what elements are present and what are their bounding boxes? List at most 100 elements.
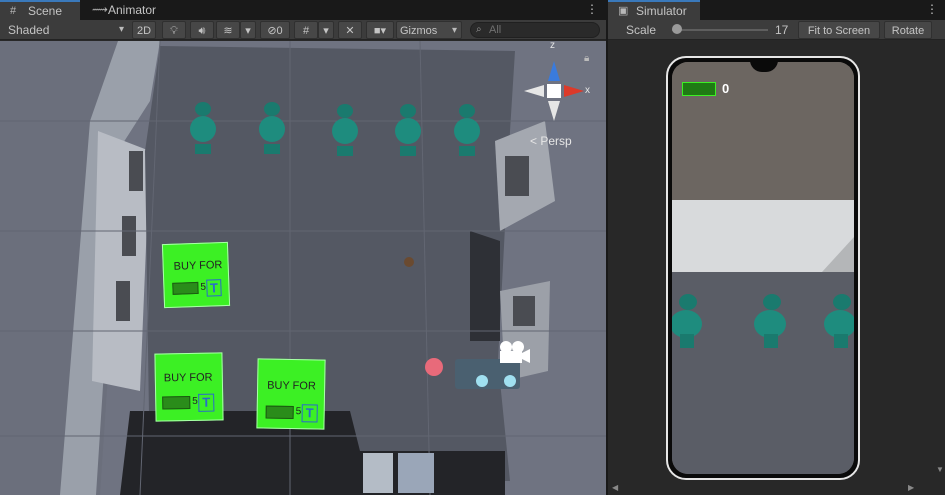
tab-scene[interactable]: # Scene [0,0,80,20]
axis-z-label: z [550,41,555,51]
money-icon [162,395,191,410]
vertical-scrollbar[interactable]: ▼ [934,41,945,481]
shading-mode-value: Shaded [8,23,50,37]
persp-label: Persp [540,134,572,148]
money-icon [265,405,294,420]
scale-label: Scale [626,23,657,37]
store-zone: BUY FOR 5 T [161,241,231,309]
hidden-count: 0 [276,25,283,37]
grid-snap-icon: # [302,25,310,37]
eye-slash-icon: ⊘ [267,25,277,37]
camera-settings-button[interactable]: ■▾ [366,21,394,39]
store-zone-text: BUY FOR [163,371,213,385]
gizmos-label: Gizmos [400,25,438,37]
spawn-marker [425,358,443,376]
store-zone-price: 5 [200,281,207,293]
tab-scene-label: Scene [28,4,63,18]
fit-to-screen-label: Fit to Screen [807,25,871,37]
chevron-down-icon: ▾ [323,25,329,37]
camera-icon: ■▾ [373,25,387,37]
scene-viewport[interactable]: z x < Persp 🔒︎ BUY FOR 5 T BUY FOR 5 T B… [0,41,606,495]
player-character [404,257,414,267]
store-zone-text: BUY FOR [173,259,223,273]
scene-visibility-button[interactable]: ⊘0 [260,21,290,39]
store-zone: BUY FOR 5 T [154,352,224,422]
toggle-2d-button[interactable]: 2D [132,21,156,39]
scene-panel: # Scene ⟿ Animator ⋮ Shaded 2D 💡︎ 🔊︎ ≋ ▾… [0,0,606,495]
simulator-tabbar: ▣ Simulator ⋮ [608,0,945,20]
animator-icon: ⟿ [92,4,108,16]
toggle-2d-label: 2D [136,25,152,37]
grid-icon: # [10,5,17,17]
scale-slider[interactable] [671,24,768,34]
effects-toggle-button[interactable]: ≋ [216,21,240,39]
fit-to-screen-button[interactable]: Fit to Screen [798,21,880,39]
wall-shadow [470,231,500,341]
table-icon: T [198,393,215,412]
store-zone: BUY FOR 5 T [256,358,326,430]
lightbulb-icon: 💡︎ [170,25,178,37]
tab-simulator-label: Simulator [636,4,687,18]
scene-toolbar: Shaded 2D 💡︎ 🔊︎ ≋ ▾ ⊘0 # ▾ ✕ ■▾ [0,20,606,40]
store-zone-price: 5 [192,395,198,407]
effects-dropdown[interactable]: ▾ [240,21,256,39]
rotate-button[interactable]: Rotate [884,21,932,39]
scale-slider-thumb[interactable] [671,24,682,34]
scroll-down-icon[interactable]: ▼ [936,465,944,474]
lock-icon[interactable]: 🔒︎ [584,53,589,64]
counter-light [504,375,516,387]
scene-menu-icon[interactable]: ⋮ [586,2,598,16]
tab-animator[interactable]: ⟿ Animator [80,0,170,20]
crate [363,453,393,493]
search-icon: ⌕ [476,24,482,35]
speaker-icon: 🔊︎ [198,25,206,37]
left-window [116,281,130,321]
rotate-label: Rotate [891,25,925,37]
store-zone-text: BUY FOR [267,379,316,393]
persp-arrow-icon: < [530,134,538,148]
device-screen[interactable]: 0 [672,62,854,474]
lighting-toggle-button[interactable]: 💡︎ [162,21,186,39]
tools-button[interactable]: ✕ [338,21,362,39]
scene-search-input[interactable]: ⌕ All [470,22,600,38]
scene-tabbar: # Scene ⟿ Animator ⋮ [0,0,606,20]
device-frame: 0 [666,56,860,480]
simulator-view: 0 ▼ ◀ ▶ [608,41,945,495]
game-render [672,62,854,474]
shading-mode-dropdown[interactable]: Shaded [4,21,128,39]
wrench-icon: ✕ [345,25,355,37]
left-window [122,216,136,256]
simulator-toolbar: Scale 17 Fit to Screen Rotate [608,20,945,40]
grid-toggle-button[interactable]: # [294,21,318,39]
simulator-menu-icon[interactable]: ⋮ [926,2,938,16]
device-icon: ▣ [618,5,629,17]
table-icon: T [301,404,318,423]
scale-value: 17 [775,23,789,37]
persp-toggle[interactable]: < Persp [530,134,572,148]
game-floor [672,272,854,474]
left-window [129,151,143,191]
store-zone-price: 5 [295,406,302,418]
money-counter: 0 [722,81,730,96]
scroll-left-icon[interactable]: ◀ [612,483,618,492]
table-icon: T [206,279,222,297]
simulator-panel: ▣ Simulator ⋮ Scale 17 Fit to Screen Rot… [608,0,945,495]
gizmos-dropdown[interactable]: Gizmos [396,21,462,40]
money-icon [682,82,716,96]
game-backwall [672,200,854,272]
money-icon [172,281,199,295]
right-window [513,296,535,326]
grid-dropdown[interactable]: ▾ [318,21,334,39]
tab-simulator[interactable]: ▣ Simulator [608,0,700,20]
counter-light [476,375,488,387]
audio-toggle-button[interactable]: 🔊︎ [190,21,214,39]
chevron-down-icon: ▾ [245,25,251,37]
crate [398,453,434,493]
axis-center-cube[interactable] [547,84,561,98]
scroll-right-icon[interactable]: ▶ [908,483,914,492]
horizontal-scrollbar[interactable]: ◀ ▶ [608,483,945,495]
layers-icon: ≋ [223,25,233,37]
search-placeholder: All [489,24,502,36]
axis-x-label: x [585,85,590,96]
tab-animator-label: Animator [108,3,157,17]
